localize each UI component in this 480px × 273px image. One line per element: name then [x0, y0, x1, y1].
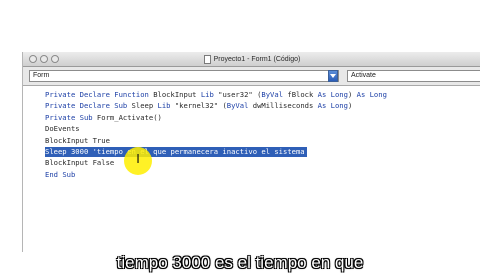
object-combo[interactable]: Form [29, 70, 339, 82]
window-title-group: Proyecto1 - Form1 (Código) [23, 52, 480, 66]
document-icon [203, 54, 211, 64]
code-line[interactable]: Private Declare Function BlockInput Lib … [45, 90, 387, 100]
code-line[interactable]: BlockInput True [45, 136, 110, 146]
window-title: Proyecto1 - Form1 (Código) [213, 55, 301, 63]
object-combo-dropdown-icon[interactable] [328, 70, 338, 82]
object-combo-value: Form [33, 72, 50, 79]
code-toolbar: Form Activate [23, 67, 480, 86]
code-line[interactable]: Private Declare Sub Sleep Lib "kernel32"… [45, 101, 352, 111]
procedure-combo[interactable]: Activate [347, 70, 480, 82]
code-line-selected[interactable]: Sleep 3000 'tiempo en el que permanecera… [45, 147, 307, 157]
video-top-band [0, 0, 480, 48]
procedure-combo-value: Activate [351, 72, 376, 79]
code-line[interactable]: DoEvents [45, 124, 80, 134]
window-titlebar[interactable]: Proyecto1 - Form1 (Código) [23, 52, 480, 67]
code-window: Proyecto1 - Form1 (Código) Form Activate… [22, 52, 480, 252]
video-caption: tiempo 3000 es el tiempo en que [116, 253, 364, 272]
code-line[interactable]: End Sub [45, 170, 75, 180]
code-editor[interactable]: Private Declare Function BlockInput Lib … [23, 86, 480, 252]
text-cursor-icon: I [136, 152, 140, 166]
code-line[interactable]: Private Sub Form_Activate() [45, 113, 162, 123]
code-line[interactable]: BlockInput False [45, 158, 114, 168]
